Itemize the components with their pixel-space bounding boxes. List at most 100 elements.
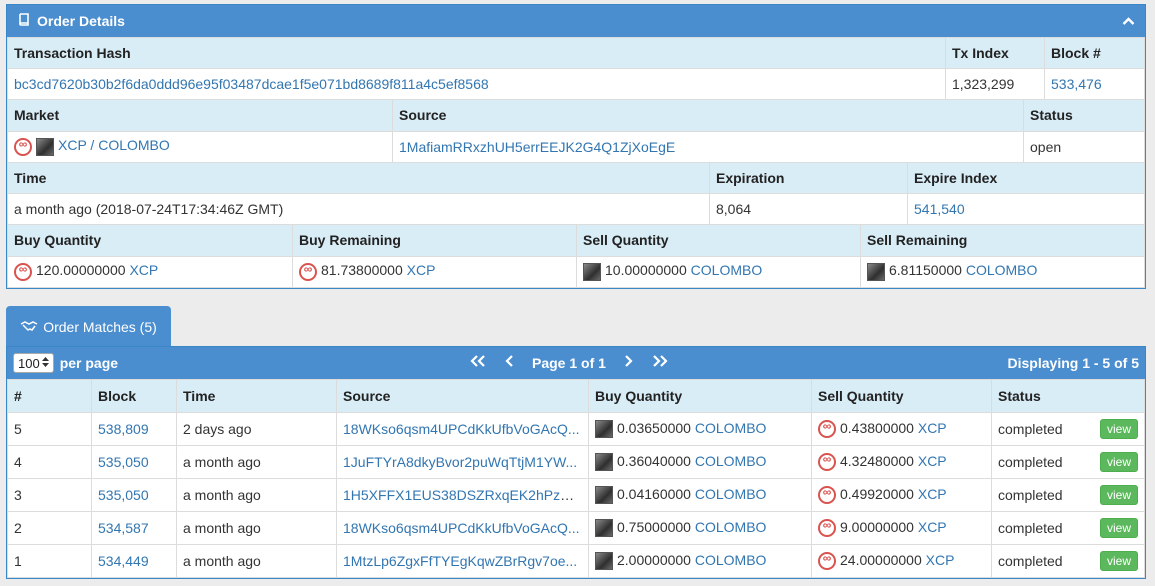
- row-sell-amount: 0.43800000: [840, 419, 914, 436]
- tx-index-header: Tx Index: [945, 37, 1045, 69]
- row-time: a month ago: [176, 445, 337, 479]
- per-page-value: 100: [18, 355, 40, 371]
- view-button[interactable]: view: [1099, 485, 1138, 505]
- row-num: 2: [7, 511, 92, 545]
- row-buy-amount: 0.36040000: [617, 452, 691, 469]
- row-source-link[interactable]: 1JuFTYrA8dkyBvor2puWqTtjM1YW...: [343, 454, 577, 470]
- row-buy-amount: 2.00000000: [617, 551, 691, 568]
- row-block-link[interactable]: 538,809: [98, 421, 149, 437]
- row-status: completed: [998, 487, 1063, 503]
- row-status: completed: [998, 553, 1063, 569]
- sell-quantity-header: Sell Quantity: [576, 225, 861, 257]
- row-buy-asset-link[interactable]: COLOMBO: [695, 486, 767, 502]
- row-num: 4: [7, 445, 92, 479]
- sell-quantity-asset-link[interactable]: COLOMBO: [691, 262, 763, 278]
- view-button[interactable]: view: [1099, 518, 1138, 538]
- colombo-token-icon: [595, 453, 613, 472]
- source-address-link[interactable]: 1MafiamRRxzhUH5errEEJK2G4Q1ZjXoEgE: [399, 139, 675, 155]
- order-details-title: Order Details: [37, 13, 125, 29]
- colombo-token-icon: [867, 262, 885, 281]
- table-row: 4 535,050 a month ago 1JuFTYrA8dkyBvor2p…: [7, 445, 1145, 479]
- buy-quantity-amount: 120.00000000: [36, 262, 126, 279]
- transaction-hash-link[interactable]: bc3cd7620b30b2f6da0ddd96e95f03487dcae1f5…: [14, 76, 489, 92]
- row-buy-asset-link[interactable]: COLOMBO: [695, 453, 767, 469]
- row-buy-amount: 0.03650000: [617, 419, 691, 436]
- first-page-icon[interactable]: [469, 354, 487, 372]
- time-header: Time: [176, 379, 337, 413]
- source-header: Source: [336, 379, 589, 413]
- previous-page-icon[interactable]: [505, 354, 514, 372]
- tab-order-matches-label: Order Matches (5): [43, 319, 157, 335]
- row-sell-asset-link[interactable]: XCP: [918, 519, 947, 535]
- book-icon: [17, 12, 31, 30]
- buy-remaining-header: Buy Remaining: [292, 225, 577, 257]
- row-time: a month ago: [176, 511, 337, 545]
- order-details-header: Order Details: [7, 5, 1145, 37]
- colombo-token-icon: [595, 552, 613, 571]
- sell-remaining-amount: 6.81150000: [889, 262, 962, 279]
- row-buy-amount: 0.04160000: [617, 485, 691, 502]
- row-sell-amount: 4.32480000: [840, 452, 914, 469]
- sell-remaining-asset-link[interactable]: COLOMBO: [966, 262, 1038, 278]
- buy-quantity-asset-link[interactable]: XCP: [129, 262, 158, 278]
- market-header: Market: [7, 100, 393, 132]
- buy-quantity-header: Buy Quantity: [7, 225, 293, 257]
- colombo-token-icon: [583, 262, 601, 281]
- row-sell-asset-link[interactable]: XCP: [926, 552, 955, 568]
- chevron-up-icon[interactable]: [1122, 14, 1135, 29]
- row-source-link[interactable]: 18WKso6qsm4UPCdKkUfbVoGAcQ...: [343, 421, 580, 437]
- row-buy-asset-link[interactable]: COLOMBO: [695, 519, 767, 535]
- view-button[interactable]: view: [1099, 419, 1138, 439]
- xcp-token-icon: [818, 452, 836, 472]
- order-matches-table: # Block Time Source Buy Quantity Sell Qu…: [7, 379, 1145, 578]
- expiration-header: Expiration: [709, 162, 908, 194]
- row-source-link[interactable]: 1H5XFFX1EUS38DSZRxqEK2hPzM...: [343, 487, 583, 503]
- source-header: Source: [392, 100, 1024, 132]
- buy-remaining-asset-link[interactable]: XCP: [407, 262, 436, 278]
- details-row-4: Buy Quantity Buy Remaining Sell Quantity…: [7, 225, 1145, 288]
- row-time: 2 days ago: [176, 412, 337, 446]
- xcp-token-icon: [14, 137, 32, 156]
- status-header: Status: [1023, 100, 1145, 132]
- market-link[interactable]: XCP / COLOMBO: [58, 137, 170, 153]
- row-block-link[interactable]: 535,050: [98, 454, 149, 470]
- view-button[interactable]: view: [1099, 551, 1138, 571]
- xcp-token-icon: [818, 518, 836, 538]
- row-block-link[interactable]: 534,449: [98, 553, 149, 569]
- row-block-link[interactable]: 535,050: [98, 487, 149, 503]
- row-source-link[interactable]: 18WKso6qsm4UPCdKkUfbVoGAcQ...: [343, 520, 580, 536]
- sell-remaining-header: Sell Remaining: [860, 225, 1145, 257]
- hash-header: Transaction Hash: [7, 37, 946, 69]
- row-sell-asset-link[interactable]: XCP: [918, 420, 947, 436]
- row-buy-asset-link[interactable]: COLOMBO: [695, 420, 767, 436]
- expire-index-link[interactable]: 541,540: [914, 201, 965, 217]
- table-row: 2 534,587 a month ago 18WKso6qsm4UPCdKkU…: [7, 511, 1145, 545]
- time-value: a month ago (2018-07-24T17:34:46Z GMT): [7, 193, 710, 225]
- per-page-label: per page: [59, 355, 119, 371]
- row-num: 1: [7, 544, 92, 578]
- details-row-2: Market Source Status XCP / COLOMBO 1Mafi…: [7, 100, 1145, 163]
- per-page-select[interactable]: 100: [13, 353, 54, 373]
- next-page-icon[interactable]: [624, 354, 633, 372]
- table-row: 3 535,050 a month ago 1H5XFFX1EUS38DSZRx…: [7, 478, 1145, 512]
- block-header: Block: [91, 379, 177, 413]
- row-source-link[interactable]: 1MtzLp6ZgxFfTYEgKqwZBrRgv7oe...: [343, 553, 577, 569]
- block-link[interactable]: 533,476: [1051, 76, 1102, 92]
- pagination: Page 1 of 1: [469, 354, 669, 372]
- view-button[interactable]: view: [1099, 452, 1138, 472]
- xcp-token-icon: [818, 485, 836, 505]
- tx-index-value: 1,323,299: [945, 68, 1045, 100]
- last-page-icon[interactable]: [651, 354, 669, 372]
- row-buy-asset-link[interactable]: COLOMBO: [695, 552, 767, 568]
- row-num: 5: [7, 412, 92, 446]
- colombo-token-icon: [595, 519, 613, 538]
- details-row-3: Time Expiration Expire Index a month ago…: [7, 162, 1145, 225]
- tab-order-matches[interactable]: Order Matches (5): [6, 306, 171, 348]
- row-sell-asset-link[interactable]: XCP: [918, 486, 947, 502]
- row-sell-asset-link[interactable]: XCP: [918, 453, 947, 469]
- row-block-link[interactable]: 534,587: [98, 520, 149, 536]
- num-header: #: [7, 379, 92, 413]
- table-row: 5 538,809 2 days ago 18WKso6qsm4UPCdKkUf…: [7, 412, 1145, 446]
- row-num: 3: [7, 478, 92, 512]
- xcp-token-icon: [14, 262, 32, 281]
